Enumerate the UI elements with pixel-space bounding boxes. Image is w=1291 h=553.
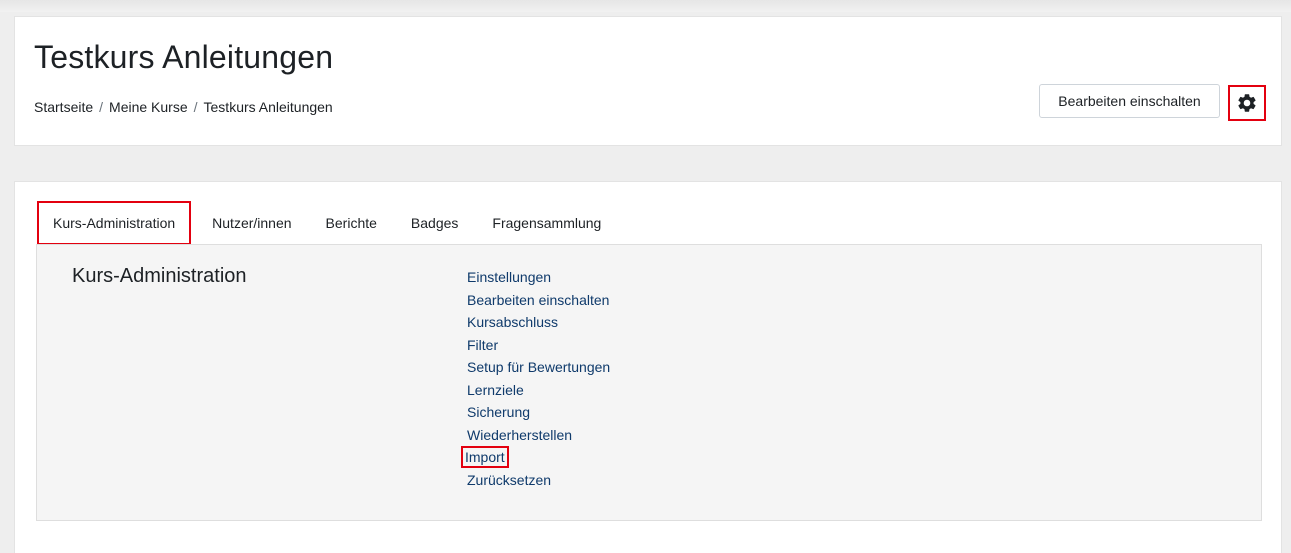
edit-mode-button[interactable]: Bearbeiten einschalten	[1039, 84, 1220, 118]
tab-fragensammlung[interactable]: Fragensammlung	[475, 201, 618, 245]
link-bearbeiten-einschalten[interactable]: Bearbeiten einschalten	[467, 292, 609, 308]
list-item: Wiederherstellen	[467, 424, 610, 447]
breadcrumb-item-course[interactable]: Testkurs Anleitungen	[204, 99, 333, 115]
tab-berichte[interactable]: Berichte	[309, 201, 394, 245]
list-item: Zurücksetzen	[467, 469, 610, 492]
admin-link-list: Einstellungen Bearbeiten einschalten Kur…	[461, 266, 610, 492]
list-item: Sicherung	[467, 401, 610, 424]
course-admin-card: Kurs-Administration Nutzer/innen Bericht…	[14, 181, 1282, 553]
tab-kurs-administration[interactable]: Kurs-Administration	[37, 201, 192, 245]
link-lernziele[interactable]: Lernziele	[467, 382, 524, 398]
tab-badges[interactable]: Badges	[394, 201, 475, 245]
breadcrumb-separator: /	[99, 99, 104, 115]
link-kursabschluss[interactable]: Kursabschluss	[467, 314, 558, 330]
list-item: Lernziele	[467, 379, 610, 402]
page-header: Testkurs Anleitungen Startseite / Meine …	[14, 16, 1282, 146]
top-shadow	[0, 0, 1291, 12]
page-title: Testkurs Anleitungen	[34, 39, 334, 75]
list-item: Bearbeiten einschalten	[467, 289, 610, 312]
breadcrumb-item-home[interactable]: Startseite	[34, 99, 93, 115]
breadcrumb-separator: /	[193, 99, 198, 115]
tab-nutzer-innen[interactable]: Nutzer/innen	[195, 201, 308, 245]
panel-title: Kurs-Administration	[72, 265, 247, 287]
admin-panel: Kurs-Administration Einstellungen Bearbe…	[36, 244, 1262, 521]
link-filter[interactable]: Filter	[467, 337, 498, 353]
breadcrumb: Startseite / Meine Kurse / Testkurs Anle…	[34, 99, 333, 115]
gear-icon	[1238, 94, 1256, 112]
admin-tabs: Kurs-Administration Nutzer/innen Bericht…	[37, 201, 618, 245]
link-einstellungen[interactable]: Einstellungen	[467, 269, 551, 285]
list-item: Kursabschluss	[467, 311, 610, 334]
list-item: Filter	[467, 334, 610, 357]
list-item: Setup für Bewertungen	[467, 356, 610, 379]
settings-button[interactable]	[1228, 85, 1266, 121]
link-setup-bewertungen[interactable]: Setup für Bewertungen	[467, 359, 610, 375]
list-item: Einstellungen	[467, 266, 610, 289]
list-item: Import	[461, 446, 610, 469]
link-import[interactable]: Import	[461, 446, 509, 468]
link-sicherung[interactable]: Sicherung	[467, 404, 530, 420]
breadcrumb-item-my-courses[interactable]: Meine Kurse	[109, 99, 188, 115]
link-wiederherstellen[interactable]: Wiederherstellen	[467, 427, 572, 443]
link-zuruecksetzen[interactable]: Zurücksetzen	[467, 472, 551, 488]
